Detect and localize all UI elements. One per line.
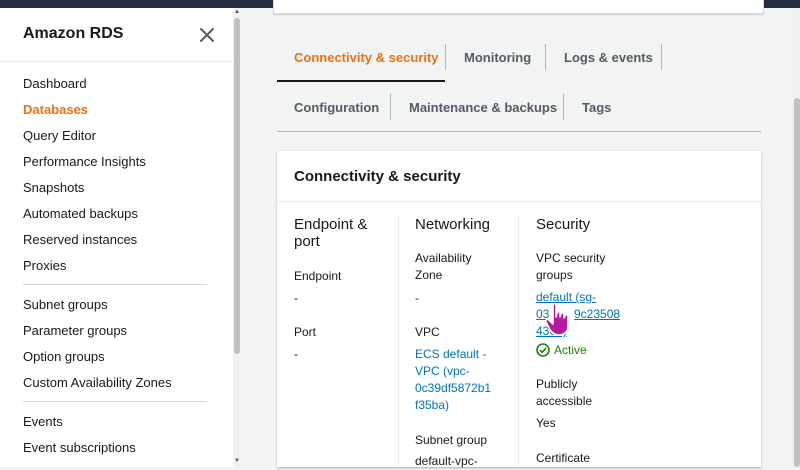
sidebar-item-event-subscriptions[interactable]: Event subscriptions bbox=[23, 440, 136, 455]
vpc-link-line3[interactable]: 0c39df5872b1 bbox=[415, 380, 491, 397]
sidebar-divider bbox=[23, 284, 207, 285]
summary-panel-bottom-edge bbox=[273, 0, 764, 14]
security-group-status-text: Active bbox=[554, 343, 587, 357]
tab-monitoring[interactable]: Monitoring bbox=[464, 50, 531, 65]
sidebar-divider bbox=[23, 401, 207, 402]
sidebar-item-databases[interactable]: Databases bbox=[23, 102, 88, 117]
networking-heading: Networking bbox=[415, 216, 491, 233]
tab-separator bbox=[445, 44, 446, 70]
certificate-label: Certificate bbox=[536, 451, 591, 465]
availability-zone-label-line2: Zone bbox=[415, 268, 443, 282]
sidebar-item-proxies[interactable]: Proxies bbox=[23, 258, 66, 273]
port-label: Port bbox=[294, 325, 317, 339]
column-divider bbox=[518, 216, 519, 467]
vpc-label: VPC bbox=[415, 325, 440, 339]
sidebar-item-query-editor[interactable]: Query Editor bbox=[23, 128, 96, 143]
tab-connectivity-security[interactable]: Connectivity & security bbox=[294, 50, 439, 65]
scroll-up-icon[interactable]: ▲ bbox=[234, 9, 240, 15]
availability-zone-value: - bbox=[415, 291, 419, 305]
tab-separator bbox=[563, 94, 564, 120]
main-scrollbar-thumb[interactable] bbox=[794, 98, 800, 467]
subnet-group-value: default-vpc- bbox=[415, 454, 478, 468]
tab-separator bbox=[661, 44, 662, 70]
close-icon[interactable] bbox=[197, 25, 217, 45]
vpc-security-groups-label-line2: groups bbox=[536, 268, 573, 282]
security-group-status: Active bbox=[536, 342, 587, 358]
security-group-link-line2b[interactable]: 9c23508 bbox=[574, 306, 620, 323]
tab-tags[interactable]: Tags bbox=[582, 100, 611, 115]
publicly-accessible-label-line2: accessible bbox=[536, 394, 593, 408]
connectivity-security-panel: Connectivity & security Endpoint & port … bbox=[277, 151, 761, 468]
endpoint-port-heading-line2: port bbox=[294, 233, 320, 250]
tab-logs-events[interactable]: Logs & events bbox=[564, 50, 653, 65]
tab-maintenance-backups[interactable]: Maintenance & backups bbox=[409, 100, 557, 115]
vpc-link-line4[interactable]: f35ba) bbox=[415, 397, 449, 414]
sidebar-item-custom-availability-zones[interactable]: Custom Availability Zones bbox=[23, 375, 172, 390]
publicly-accessible-value: Yes bbox=[536, 416, 556, 430]
sidebar-item-snapshots[interactable]: Snapshots bbox=[23, 180, 84, 195]
tab-separator bbox=[545, 44, 546, 70]
security-group-link-line1[interactable]: default (sg- bbox=[536, 289, 596, 306]
column-divider bbox=[398, 216, 399, 467]
vpc-security-groups-label-line1: VPC security bbox=[536, 251, 606, 265]
sidebar-title: Amazon RDS bbox=[23, 25, 124, 42]
sidebar: Amazon RDS Dashboard Databases Query Edi… bbox=[0, 8, 233, 467]
sidebar-scrollbar-thumb[interactable] bbox=[234, 18, 240, 354]
vpc-link-line2[interactable]: VPC (vpc- bbox=[415, 363, 470, 380]
vpc-link-line1[interactable]: ECS default - bbox=[415, 346, 486, 363]
security-group-link-line2a[interactable]: 03 bbox=[536, 306, 549, 323]
sidebar-item-dashboard[interactable]: Dashboard bbox=[23, 76, 87, 91]
endpoint-port-heading-line1: Endpoint & bbox=[294, 216, 368, 233]
sidebar-item-performance-insights[interactable]: Performance Insights bbox=[23, 154, 146, 169]
tab-separator bbox=[390, 94, 391, 120]
sidebar-item-automated-backups[interactable]: Automated backups bbox=[23, 206, 138, 221]
check-circle-icon bbox=[536, 343, 550, 357]
panel-title: Connectivity & security bbox=[294, 168, 461, 185]
availability-zone-label-line1: Availability bbox=[415, 251, 472, 265]
security-heading: Security bbox=[536, 216, 591, 233]
sidebar-item-parameter-groups[interactable]: Parameter groups bbox=[23, 323, 127, 338]
sidebar-item-reserved-instances[interactable]: Reserved instances bbox=[23, 232, 137, 247]
port-value: - bbox=[294, 347, 298, 361]
publicly-accessible-label-line1: Publicly bbox=[536, 377, 578, 391]
tabs-bottom-border bbox=[277, 131, 761, 132]
sidebar-item-subnet-groups[interactable]: Subnet groups bbox=[23, 297, 108, 312]
scroll-down-icon[interactable]: ▼ bbox=[234, 458, 240, 464]
active-tab-indicator bbox=[277, 80, 445, 82]
tab-configuration[interactable]: Configuration bbox=[294, 100, 379, 115]
panel-header-divider bbox=[277, 201, 761, 202]
sidebar-item-events[interactable]: Events bbox=[23, 414, 63, 429]
endpoint-label: Endpoint bbox=[294, 269, 342, 283]
sidebar-item-option-groups[interactable]: Option groups bbox=[23, 349, 105, 364]
subnet-group-label: Subnet group bbox=[415, 433, 488, 447]
endpoint-value: - bbox=[294, 291, 298, 305]
security-group-link-line3[interactable]: 436e) bbox=[536, 323, 567, 340]
sidebar-header: Amazon RDS bbox=[0, 8, 233, 62]
